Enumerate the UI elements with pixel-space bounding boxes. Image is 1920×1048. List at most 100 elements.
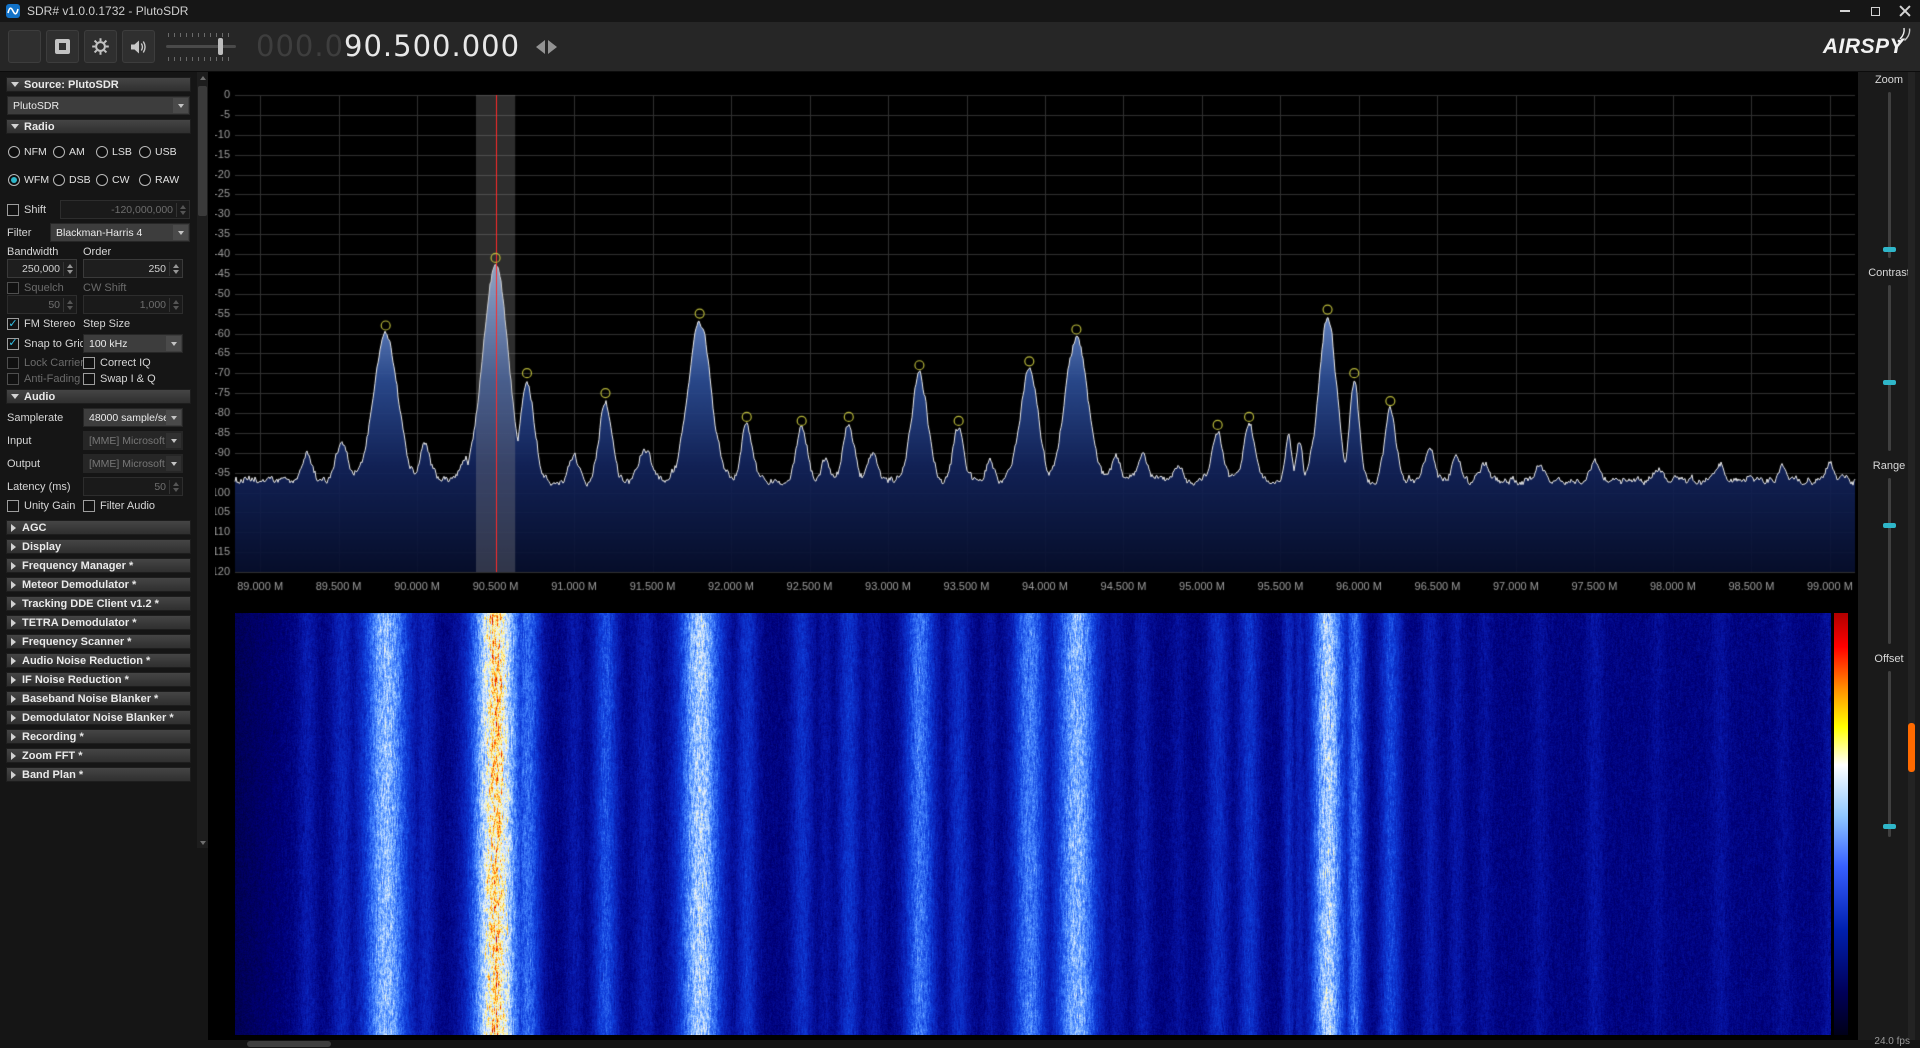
order-input[interactable]: 250 <box>83 259 183 278</box>
swap-iq-checkbox[interactable] <box>83 373 95 385</box>
filter-select[interactable]: Blackman-Harris 4 <box>50 223 190 242</box>
spectrum-display[interactable] <box>215 85 1857 605</box>
bandwidth-input[interactable]: 250,000 <box>7 259 77 278</box>
anti-fading-checkbox[interactable] <box>7 373 19 385</box>
mode-nfm[interactable]: NFM <box>8 146 53 158</box>
slider-thumb-contrast[interactable] <box>1883 380 1896 385</box>
audio-input-select[interactable]: [MME] Microsoft 声… <box>83 431 183 450</box>
maximize-icon <box>1871 7 1880 16</box>
squelch-checkbox[interactable] <box>7 282 19 294</box>
mode-usb[interactable]: USB <box>139 146 183 158</box>
panel-header-band-plan[interactable]: Band Plan * <box>6 767 191 782</box>
unity-gain-checkbox[interactable] <box>7 500 19 512</box>
close-button[interactable] <box>1890 0 1920 22</box>
slider-thumb-offset[interactable] <box>1883 824 1896 829</box>
spinner-arrows-icon[interactable] <box>63 262 76 276</box>
left-scrollbar-thumb[interactable] <box>198 86 207 216</box>
squelch-input[interactable]: 50 <box>7 295 77 314</box>
source-device-select[interactable]: PlutoSDR <box>7 96 190 115</box>
frequency-leading-zeros: 000.0 <box>256 32 344 61</box>
spinner-arrows-icon[interactable] <box>63 298 76 312</box>
step-size-label: Step Size <box>83 318 130 330</box>
filter-audio-checkbox[interactable] <box>83 500 95 512</box>
correct-iq-label: Correct IQ <box>100 357 151 369</box>
expand-arrow-icon <box>11 524 16 532</box>
source-device-value: PlutoSDR <box>13 100 59 112</box>
mode-lsb[interactable]: LSB <box>96 146 139 158</box>
step-size-select[interactable]: 100 kHz <box>83 334 183 353</box>
mode-dsb[interactable]: DSB <box>53 174 96 186</box>
bandwidth-label: Bandwidth <box>7 246 58 258</box>
stop-button[interactable] <box>46 30 79 63</box>
minimize-icon <box>1840 10 1850 12</box>
step-down-button[interactable] <box>536 40 545 54</box>
panel-header-audio[interactable]: Audio <box>6 389 191 404</box>
slider-offset[interactable] <box>1888 671 1891 837</box>
spinner-arrows-icon[interactable] <box>169 480 182 494</box>
slider-range[interactable] <box>1888 478 1891 644</box>
cw-shift-input[interactable]: 1,000 <box>83 295 183 314</box>
mode-cw[interactable]: CW <box>96 174 139 186</box>
panel-header-tetra-demodulator[interactable]: TETRA Demodulator * <box>6 615 191 630</box>
shift-value: -120,000,000 <box>61 204 176 216</box>
panel-header-meteor-demodulator[interactable]: Meteor Demodulator * <box>6 577 191 592</box>
expand-arrow-icon <box>11 581 16 589</box>
bottom-scrollbar[interactable]: 24.0 fps <box>0 1040 1920 1048</box>
panel-header-radio[interactable]: Radio <box>6 119 191 134</box>
waterfall-display[interactable] <box>235 613 1831 1035</box>
spinner-arrows-icon[interactable] <box>176 203 189 217</box>
panel-header-frequency-scanner[interactable]: Frequency Scanner * <box>6 634 191 649</box>
volume-track[interactable] <box>166 45 236 48</box>
bandwidth-value: 250,000 <box>8 263 63 275</box>
shift-checkbox[interactable] <box>7 204 19 216</box>
mode-wfm[interactable]: WFM <box>8 174 53 186</box>
panel-header-source[interactable]: Source: PlutoSDR <box>6 77 191 92</box>
audio-mute-button[interactable] <box>122 30 155 63</box>
minimize-button[interactable] <box>1830 0 1860 22</box>
maximize-button[interactable] <box>1860 0 1890 22</box>
mode-raw[interactable]: RAW <box>139 174 183 186</box>
dropdown-arrow-icon <box>166 410 181 425</box>
panel-header-recording[interactable]: Recording * <box>6 729 191 744</box>
mode-am[interactable]: AM <box>53 146 96 158</box>
left-panel-scrollbar[interactable] <box>197 72 208 848</box>
fm-stereo-checkbox[interactable] <box>7 318 19 330</box>
step-up-button[interactable] <box>548 40 557 54</box>
spinner-arrows-icon[interactable] <box>169 262 182 276</box>
panel-header-baseband-noise-blanker[interactable]: Baseband Noise Blanker * <box>6 691 191 706</box>
frequency-digits: 90.500.000 <box>344 32 520 61</box>
expand-arrow-icon <box>11 695 16 703</box>
scroll-up-arrow-icon[interactable] <box>197 72 208 83</box>
snap-to-grid-checkbox[interactable] <box>7 338 19 350</box>
lock-carrier-checkbox[interactable] <box>7 357 19 369</box>
samplerate-select[interactable]: 48000 sample/sec <box>83 408 183 427</box>
slider-thumb-zoom[interactable] <box>1883 247 1896 252</box>
slider-contrast[interactable] <box>1888 285 1891 451</box>
slider-thumb-range[interactable] <box>1883 523 1896 528</box>
panel-header-if-noise-reduction[interactable]: IF Noise Reduction * <box>6 672 191 687</box>
menu-button[interactable] <box>8 30 41 63</box>
panel-header-display[interactable]: Display <box>6 539 191 554</box>
squelch-label: Squelch <box>24 282 64 294</box>
frequency-display[interactable]: 000.090.500.000 <box>256 32 520 61</box>
panel-header-agc[interactable]: AGC <box>6 520 191 535</box>
volume-slider[interactable] <box>166 30 238 64</box>
panel-header-tracking-dde-client-v1-2[interactable]: Tracking DDE Client v1.2 * <box>6 596 191 611</box>
shift-input[interactable]: -120,000,000 <box>60 200 190 219</box>
panel-header-demodulator-noise-blanker[interactable]: Demodulator Noise Blanker * <box>6 710 191 725</box>
correct-iq-checkbox[interactable] <box>83 357 95 369</box>
settings-button[interactable] <box>84 30 117 63</box>
audio-output-select[interactable]: [MME] Microsoft 声… <box>83 454 183 473</box>
right-edge-scrollbar[interactable] <box>1908 72 1915 1040</box>
cw-shift-value: 1,000 <box>84 299 169 311</box>
panel-header-audio-noise-reduction[interactable]: Audio Noise Reduction * <box>6 653 191 668</box>
panel-header-frequency-manager[interactable]: Frequency Manager * <box>6 558 191 573</box>
scroll-down-arrow-icon[interactable] <box>197 837 208 848</box>
panel-header-zoom-fft[interactable]: Zoom FFT * <box>6 748 191 763</box>
right-scrollbar-thumb[interactable] <box>1908 723 1915 772</box>
horizontal-scrollbar-thumb[interactable] <box>247 1041 331 1047</box>
slider-zoom[interactable] <box>1888 92 1891 258</box>
spinner-arrows-icon[interactable] <box>169 298 182 312</box>
latency-input[interactable]: 50 <box>83 477 183 496</box>
volume-thumb[interactable] <box>218 38 223 55</box>
